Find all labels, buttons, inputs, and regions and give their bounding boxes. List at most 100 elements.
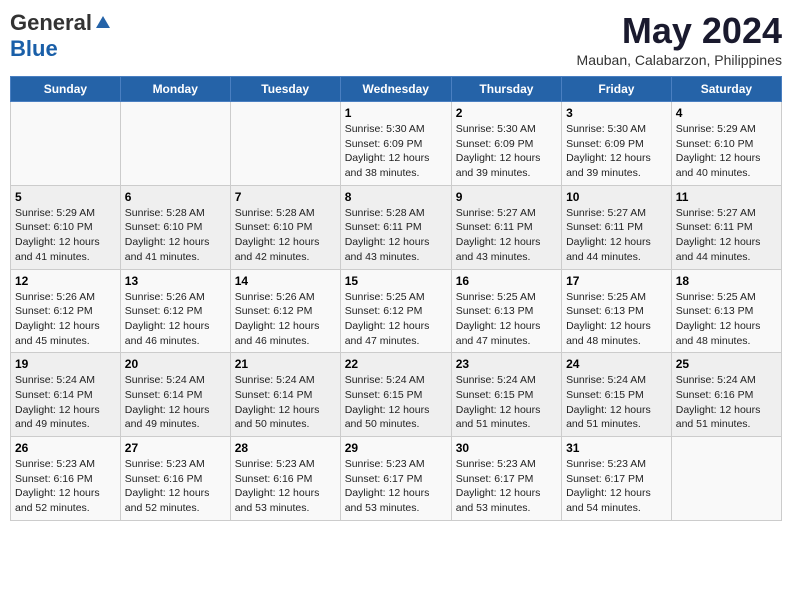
calendar-cell (230, 102, 340, 186)
calendar-header: SundayMondayTuesdayWednesdayThursdayFrid… (11, 77, 782, 102)
week-row: 1Sunrise: 5:30 AM Sunset: 6:09 PM Daylig… (11, 102, 782, 186)
day-number: 4 (676, 106, 777, 120)
week-row: 26 Sunrise: 5:23 AM Sunset: 6:16 PM Dayli… (11, 437, 782, 521)
day-info: Sunrise: 5:27 AM Sunset: 6:11 PM Dayligh… (676, 206, 777, 265)
week-row: 5 Sunrise: 5:29 AM Sunset: 6:10 PM Daylig… (11, 185, 782, 269)
calendar-cell (11, 102, 121, 186)
day-info: Sunrise: 5:30 AM Sunset: 6:09 PM Dayligh… (456, 122, 557, 181)
day-info: Sunrise: 5:28 AM Sunset: 6:10 PM Dayligh… (235, 206, 336, 265)
day-number: 8 (345, 190, 447, 204)
week-row: 12 Sunrise: 5:26 AM Sunset: 6:12 PM Dayli… (11, 269, 782, 353)
day-number: 10 (566, 190, 667, 204)
logo-icon (94, 14, 112, 32)
calendar-cell: 10 Sunrise: 5:27 AM Sunset: 6:11 PM Dayli… (562, 185, 672, 269)
header-saturday: Saturday (671, 77, 781, 102)
day-info: Sunrise: 5:24 AM Sunset: 6:15 PM Dayligh… (345, 373, 447, 432)
calendar-cell: 29 Sunrise: 5:23 AM Sunset: 6:17 PM Dayli… (340, 437, 451, 521)
day-info: Sunrise: 5:26 AM Sunset: 6:12 PM Dayligh… (15, 290, 116, 349)
calendar-cell: 30 Sunrise: 5:23 AM Sunset: 6:17 PM Dayli… (451, 437, 561, 521)
day-info: Sunrise: 5:29 AM Sunset: 6:10 PM Dayligh… (15, 206, 116, 265)
day-info: Sunrise: 5:29 AM Sunset: 6:10 PM Dayligh… (676, 122, 777, 181)
calendar-cell: 24 Sunrise: 5:24 AM Sunset: 6:15 PM Dayli… (562, 353, 672, 437)
day-info: Sunrise: 5:23 AM Sunset: 6:17 PM Dayligh… (345, 457, 447, 516)
calendar-cell: 22 Sunrise: 5:24 AM Sunset: 6:15 PM Dayli… (340, 353, 451, 437)
day-info: Sunrise: 5:24 AM Sunset: 6:15 PM Dayligh… (456, 373, 557, 432)
day-info: Sunrise: 5:25 AM Sunset: 6:13 PM Dayligh… (566, 290, 667, 349)
week-row: 19Sunrise: 5:24 AM Sunset: 6:14 PM Dayli… (11, 353, 782, 437)
day-info: Sunrise: 5:26 AM Sunset: 6:12 PM Dayligh… (235, 290, 336, 349)
day-info: Sunrise: 5:24 AM Sunset: 6:15 PM Dayligh… (566, 373, 667, 432)
day-number: 7 (235, 190, 336, 204)
calendar-cell: 6 Sunrise: 5:28 AM Sunset: 6:10 PM Daylig… (120, 185, 230, 269)
header-row: SundayMondayTuesdayWednesdayThursdayFrid… (11, 77, 782, 102)
day-number: 27 (125, 441, 226, 455)
calendar-cell: 20 Sunrise: 5:24 AM Sunset: 6:14 PM Dayli… (120, 353, 230, 437)
page-header: General Blue May 2024 Mauban, Calabarzon… (10, 10, 782, 68)
calendar-cell: 25 Sunrise: 5:24 AM Sunset: 6:16 PM Dayli… (671, 353, 781, 437)
calendar-cell: 26 Sunrise: 5:23 AM Sunset: 6:16 PM Dayli… (11, 437, 121, 521)
header-wednesday: Wednesday (340, 77, 451, 102)
logo-blue: Blue (10, 36, 58, 62)
day-info: Sunrise: 5:28 AM Sunset: 6:11 PM Dayligh… (345, 206, 447, 265)
day-number: 24 (566, 357, 667, 371)
day-number: 16 (456, 274, 557, 288)
day-number: 21 (235, 357, 336, 371)
day-info: Sunrise: 5:27 AM Sunset: 6:11 PM Dayligh… (456, 206, 557, 265)
day-number: 22 (345, 357, 447, 371)
subtitle: Mauban, Calabarzon, Philippines (577, 52, 782, 68)
day-info: Sunrise: 5:30 AM Sunset: 6:09 PM Dayligh… (345, 122, 447, 181)
header-thursday: Thursday (451, 77, 561, 102)
day-number: 20 (125, 357, 226, 371)
calendar-cell: 11 Sunrise: 5:27 AM Sunset: 6:11 PM Dayli… (671, 185, 781, 269)
calendar-cell: 31Sunrise: 5:23 AM Sunset: 6:17 PM Dayli… (562, 437, 672, 521)
day-info: Sunrise: 5:24 AM Sunset: 6:14 PM Dayligh… (235, 373, 336, 432)
calendar-cell: 14 Sunrise: 5:26 AM Sunset: 6:12 PM Dayli… (230, 269, 340, 353)
day-info: Sunrise: 5:28 AM Sunset: 6:10 PM Dayligh… (125, 206, 226, 265)
calendar-cell: 2 Sunrise: 5:30 AM Sunset: 6:09 PM Daylig… (451, 102, 561, 186)
day-info: Sunrise: 5:23 AM Sunset: 6:16 PM Dayligh… (15, 457, 116, 516)
day-number: 31 (566, 441, 667, 455)
day-info: Sunrise: 5:24 AM Sunset: 6:14 PM Dayligh… (125, 373, 226, 432)
day-info: Sunrise: 5:23 AM Sunset: 6:17 PM Dayligh… (456, 457, 557, 516)
day-number: 25 (676, 357, 777, 371)
day-number: 12 (15, 274, 116, 288)
day-info: Sunrise: 5:24 AM Sunset: 6:16 PM Dayligh… (676, 373, 777, 432)
calendar-body: 1Sunrise: 5:30 AM Sunset: 6:09 PM Daylig… (11, 102, 782, 521)
calendar-cell: 5 Sunrise: 5:29 AM Sunset: 6:10 PM Daylig… (11, 185, 121, 269)
calendar-table: SundayMondayTuesdayWednesdayThursdayFrid… (10, 76, 782, 521)
calendar-cell: 16Sunrise: 5:25 AM Sunset: 6:13 PM Dayli… (451, 269, 561, 353)
calendar-cell: 19Sunrise: 5:24 AM Sunset: 6:14 PM Dayli… (11, 353, 121, 437)
calendar-cell (120, 102, 230, 186)
calendar-cell: 1Sunrise: 5:30 AM Sunset: 6:09 PM Daylig… (340, 102, 451, 186)
day-number: 2 (456, 106, 557, 120)
calendar-cell: 21 Sunrise: 5:24 AM Sunset: 6:14 PM Dayli… (230, 353, 340, 437)
day-number: 3 (566, 106, 667, 120)
day-info: Sunrise: 5:23 AM Sunset: 6:16 PM Dayligh… (235, 457, 336, 516)
day-info: Sunrise: 5:25 AM Sunset: 6:12 PM Dayligh… (345, 290, 447, 349)
day-info: Sunrise: 5:27 AM Sunset: 6:11 PM Dayligh… (566, 206, 667, 265)
calendar-cell: 28Sunrise: 5:23 AM Sunset: 6:16 PM Dayli… (230, 437, 340, 521)
day-number: 5 (15, 190, 116, 204)
day-number: 30 (456, 441, 557, 455)
main-title: May 2024 (577, 10, 782, 52)
day-info: Sunrise: 5:30 AM Sunset: 6:09 PM Dayligh… (566, 122, 667, 181)
day-number: 6 (125, 190, 226, 204)
calendar-cell: 7 Sunrise: 5:28 AM Sunset: 6:10 PM Daylig… (230, 185, 340, 269)
logo: General Blue (10, 10, 112, 62)
header-sunday: Sunday (11, 77, 121, 102)
calendar-cell: 17 Sunrise: 5:25 AM Sunset: 6:13 PM Dayli… (562, 269, 672, 353)
day-number: 17 (566, 274, 667, 288)
day-number: 23 (456, 357, 557, 371)
day-number: 29 (345, 441, 447, 455)
day-number: 11 (676, 190, 777, 204)
calendar-cell: 4 Sunrise: 5:29 AM Sunset: 6:10 PM Daylig… (671, 102, 781, 186)
header-friday: Friday (562, 77, 672, 102)
calendar-cell: 15Sunrise: 5:25 AM Sunset: 6:12 PM Dayli… (340, 269, 451, 353)
day-number: 26 (15, 441, 116, 455)
calendar-cell (671, 437, 781, 521)
calendar-cell: 27Sunrise: 5:23 AM Sunset: 6:16 PM Dayli… (120, 437, 230, 521)
day-info: Sunrise: 5:25 AM Sunset: 6:13 PM Dayligh… (676, 290, 777, 349)
calendar-cell: 13Sunrise: 5:26 AM Sunset: 6:12 PM Dayli… (120, 269, 230, 353)
day-number: 14 (235, 274, 336, 288)
calendar-cell: 9Sunrise: 5:27 AM Sunset: 6:11 PM Daylig… (451, 185, 561, 269)
